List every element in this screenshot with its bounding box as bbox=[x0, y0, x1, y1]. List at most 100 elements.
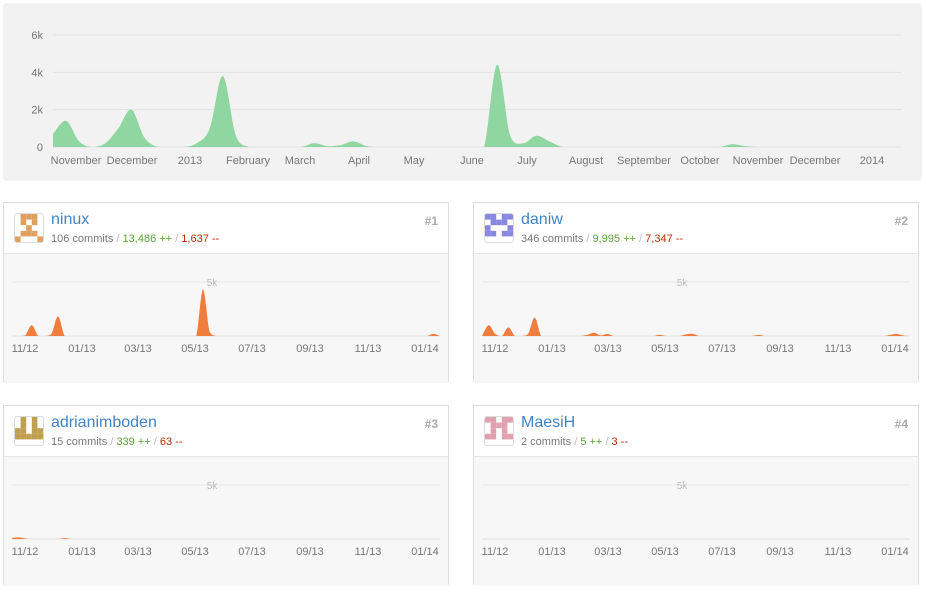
commit-count: 346 commits bbox=[521, 233, 584, 245]
contributor-header: MaesiH 2 commits / 5 ++ / 3 -- #4 bbox=[474, 406, 918, 456]
x-tick-label: 01/14 bbox=[411, 546, 439, 558]
x-tick-label: 2014 bbox=[860, 155, 884, 167]
contributor-rank: #4 bbox=[894, 417, 908, 431]
x-tick-label: 11/12 bbox=[12, 546, 39, 558]
additions-count: 13,486 ++ bbox=[122, 233, 173, 245]
x-tick-label: December bbox=[790, 155, 841, 167]
x-tick-label: July bbox=[517, 155, 537, 167]
x-tick-label: 03/13 bbox=[594, 343, 622, 355]
contributor-card: MaesiH 2 commits / 5 ++ / 3 -- #4 5k 11/1… bbox=[473, 405, 919, 586]
contributor-rank: #3 bbox=[424, 417, 438, 431]
x-tick-label: 11/12 bbox=[12, 343, 39, 355]
additions-count: 5 ++ bbox=[580, 436, 603, 448]
x-tick-label: 05/13 bbox=[181, 546, 209, 558]
x-tick-label: 11/12 bbox=[482, 343, 509, 355]
x-tick-label: 09/13 bbox=[766, 546, 794, 558]
contributor-commits-area bbox=[12, 289, 440, 336]
x-tick-label: April bbox=[348, 155, 370, 167]
contributor-stats: 106 commits / 13,486 ++ / 1,637 -- bbox=[51, 233, 219, 245]
commit-count: 106 commits bbox=[51, 233, 114, 245]
commit-count: 15 commits bbox=[51, 436, 108, 448]
x-tick-label: 01/13 bbox=[68, 343, 96, 355]
contributor-header: daniw 346 commits / 9,995 ++ / 7,347 -- … bbox=[474, 203, 918, 253]
contributor-chart-svg: 5k 11/12 01/13 03/13 05/13 07/13 09/13 11/13 01/… bbox=[482, 481, 910, 558]
contributor-commits-area bbox=[482, 317, 910, 336]
gridline-label: 5k bbox=[677, 278, 689, 289]
x-tick-label: 2013 bbox=[178, 155, 202, 167]
x-tick-label: 09/13 bbox=[296, 343, 324, 355]
contributor-header: ninux 106 commits / 13,486 ++ / 1,637 --… bbox=[4, 203, 448, 253]
avatar[interactable] bbox=[484, 416, 514, 446]
contributor-chart-svg: 5k 11/12 01/13 03/13 05/13 07/13 09/13 11/13 01/… bbox=[12, 278, 440, 355]
deletions-count: 63 -- bbox=[159, 436, 183, 448]
contributor-stats: 2 commits / 5 ++ / 3 -- bbox=[521, 436, 628, 448]
y-tick-label: 4k bbox=[31, 67, 43, 79]
x-tick-label: 01/13 bbox=[538, 546, 566, 558]
gridline-label: 5k bbox=[677, 481, 689, 492]
x-tick-label: December bbox=[107, 155, 158, 167]
commit-count: 2 commits bbox=[521, 436, 572, 448]
contributor-name-link[interactable]: daniw bbox=[521, 211, 563, 229]
x-tick-label: 07/13 bbox=[708, 343, 736, 355]
contributor-stats: 15 commits / 339 ++ / 63 -- bbox=[51, 436, 183, 448]
contributor-name-link[interactable]: ninux bbox=[51, 211, 89, 229]
additions-count: 339 ++ bbox=[116, 436, 151, 448]
x-tick-label: 07/13 bbox=[238, 343, 266, 355]
x-tick-label: 05/13 bbox=[181, 343, 209, 355]
x-tick-label: 01/13 bbox=[538, 343, 566, 355]
avatar-identicon bbox=[15, 417, 43, 440]
contributor-name-link[interactable]: MaesiH bbox=[521, 414, 575, 432]
commits-over-time-chart: 6k 4k 2k 0 November December 2013 February March… bbox=[3, 3, 922, 181]
contributor-name-link[interactable]: adrianimboden bbox=[51, 414, 157, 432]
avatar-identicon bbox=[15, 214, 43, 242]
x-tick-label: 01/14 bbox=[881, 546, 909, 558]
x-tick-label: 01/14 bbox=[881, 343, 909, 355]
contributor-chart: 5k 11/12 01/13 03/13 05/13 07/13 09/13 11/13 01/… bbox=[474, 253, 918, 383]
avatar[interactable] bbox=[14, 416, 44, 446]
avatar[interactable] bbox=[14, 213, 44, 243]
x-tick-label: 11/13 bbox=[355, 546, 382, 558]
x-tick-label: 07/13 bbox=[708, 546, 736, 558]
x-tick-label: May bbox=[404, 155, 425, 167]
x-tick-label: 03/13 bbox=[594, 546, 622, 558]
gridline-label: 5k bbox=[207, 278, 219, 289]
x-tick-label: 05/13 bbox=[651, 546, 679, 558]
x-tick-label: November bbox=[51, 155, 102, 167]
contributor-chart: 5k 11/12 01/13 03/13 05/13 07/13 09/13 11/13 01/… bbox=[4, 253, 448, 383]
contributor-rank: #2 bbox=[894, 214, 908, 228]
additions-count: 9,995 ++ bbox=[592, 233, 636, 245]
contributor-chart-svg: 5k 11/12 01/13 03/13 05/13 07/13 09/13 11/13 01/… bbox=[12, 481, 440, 558]
x-tick-label: 11/12 bbox=[482, 546, 509, 558]
x-tick-label: September bbox=[617, 155, 671, 167]
x-tick-label: June bbox=[460, 155, 484, 167]
deletions-count: 3 -- bbox=[611, 436, 629, 448]
x-tick-label: 07/13 bbox=[238, 546, 266, 558]
x-tick-label: 09/13 bbox=[766, 343, 794, 355]
contributor-stats: 346 commits / 9,995 ++ / 7,347 -- bbox=[521, 233, 683, 245]
x-tick-label: August bbox=[569, 155, 603, 167]
main-chart-svg: 6k 4k 2k 0 November December 2013 February March… bbox=[31, 30, 902, 167]
commits-area bbox=[53, 64, 902, 147]
x-tick-label: November bbox=[733, 155, 784, 167]
y-tick-label: 2k bbox=[31, 105, 43, 117]
contributor-card: daniw 346 commits / 9,995 ++ / 7,347 -- … bbox=[473, 202, 919, 383]
contributor-card: adrianimboden 15 commits / 339 ++ / 63 -… bbox=[3, 405, 449, 586]
y-tick-label: 0 bbox=[37, 142, 43, 154]
contributor-chart-svg: 5k 11/12 01/13 03/13 05/13 07/13 09/13 11/13 01/… bbox=[482, 278, 910, 355]
x-tick-label: 05/13 bbox=[651, 343, 679, 355]
contributor-chart: 5k 11/12 01/13 03/13 05/13 07/13 09/13 11/13 01/… bbox=[474, 456, 918, 586]
x-tick-label: March bbox=[285, 155, 316, 167]
contributor-chart: 5k 11/12 01/13 03/13 05/13 07/13 09/13 11/13 01/… bbox=[4, 456, 448, 586]
x-tick-label: 09/13 bbox=[296, 546, 324, 558]
x-tick-label: 01/14 bbox=[411, 343, 439, 355]
avatar-identicon bbox=[485, 417, 513, 440]
contributor-rank: #1 bbox=[424, 214, 438, 228]
gridline-label: 5k bbox=[207, 481, 219, 492]
x-tick-label: February bbox=[226, 155, 271, 167]
deletions-count: 7,347 -- bbox=[645, 233, 684, 245]
x-tick-label: 11/13 bbox=[825, 546, 852, 558]
x-tick-label: 03/13 bbox=[124, 546, 152, 558]
y-tick-label: 6k bbox=[31, 30, 43, 42]
avatar[interactable] bbox=[484, 213, 514, 243]
contributor-card: ninux 106 commits / 13,486 ++ / 1,637 --… bbox=[3, 202, 449, 383]
